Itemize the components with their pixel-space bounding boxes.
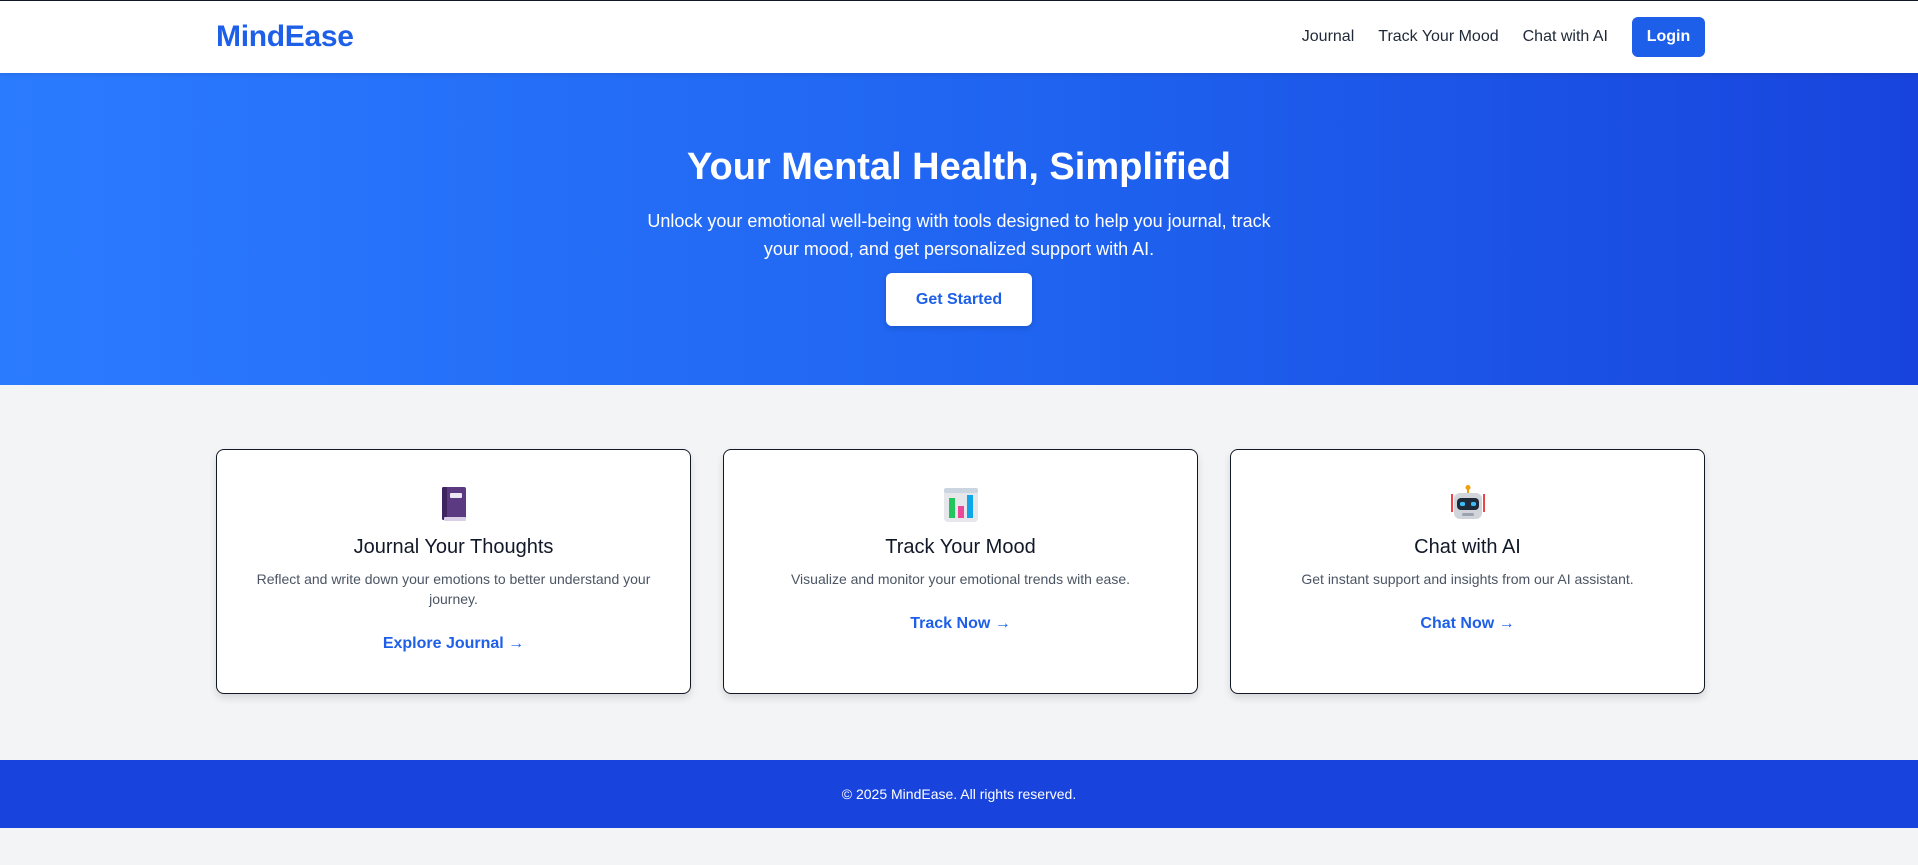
feature-description: Get instant support and insights from ou…: [1301, 571, 1634, 587]
feature-cards: Journal Your Thoughts Reflect and write …: [216, 449, 1705, 694]
logo[interactable]: MindEase: [216, 20, 354, 54]
hero-title: Your Mental Health, Simplified: [686, 146, 1232, 188]
feature-card-chat: Chat with AI Get instant support and ins…: [1230, 449, 1705, 694]
login-button[interactable]: Login: [1632, 17, 1705, 57]
nav-link-chat-ai[interactable]: Chat with AI: [1523, 28, 1608, 46]
notebook-icon: [441, 487, 466, 521]
site-header: MindEase Journal Track Your Mood Chat wi…: [0, 1, 1918, 73]
feature-title: Journal Your Thoughts: [353, 536, 554, 558]
nav-link-track-mood[interactable]: Track Your Mood: [1378, 28, 1498, 46]
track-now-link[interactable]: Track Now →: [910, 615, 1010, 633]
bar-chart-icon: [943, 488, 978, 522]
chat-now-link[interactable]: Chat Now →: [1420, 615, 1514, 633]
feature-card-mood: Track Your Mood Visualize and monitor yo…: [723, 449, 1198, 694]
feature-title: Chat with AI: [1414, 536, 1521, 558]
feature-title: Track Your Mood: [885, 536, 1036, 558]
site-footer: © 2025 MindEase. All rights reserved.: [0, 760, 1918, 828]
explore-journal-link[interactable]: Explore Journal →: [383, 635, 524, 653]
get-started-button[interactable]: Get Started: [886, 273, 1032, 326]
robot-icon: [1450, 485, 1485, 519]
feature-card-journal: Journal Your Thoughts Reflect and write …: [216, 449, 691, 694]
feature-description: Reflect and write down your emotions to …: [256, 571, 651, 607]
main-nav: Journal Track Your Mood Chat with AI Log…: [1302, 17, 1705, 57]
feature-description: Visualize and monitor your emotional tre…: [790, 571, 1131, 587]
nav-link-journal[interactable]: Journal: [1302, 28, 1354, 46]
hero-subtitle: Unlock your emotional well-being with to…: [647, 211, 1271, 259]
features-section: Journal Your Thoughts Reflect and write …: [0, 385, 1918, 760]
hero-section: Your Mental Health, Simplified Unlock yo…: [0, 73, 1918, 385]
header-container: MindEase Journal Track Your Mood Chat wi…: [216, 1, 1705, 73]
copyright-text: © 2025 MindEase. All rights reserved.: [841, 786, 1077, 802]
